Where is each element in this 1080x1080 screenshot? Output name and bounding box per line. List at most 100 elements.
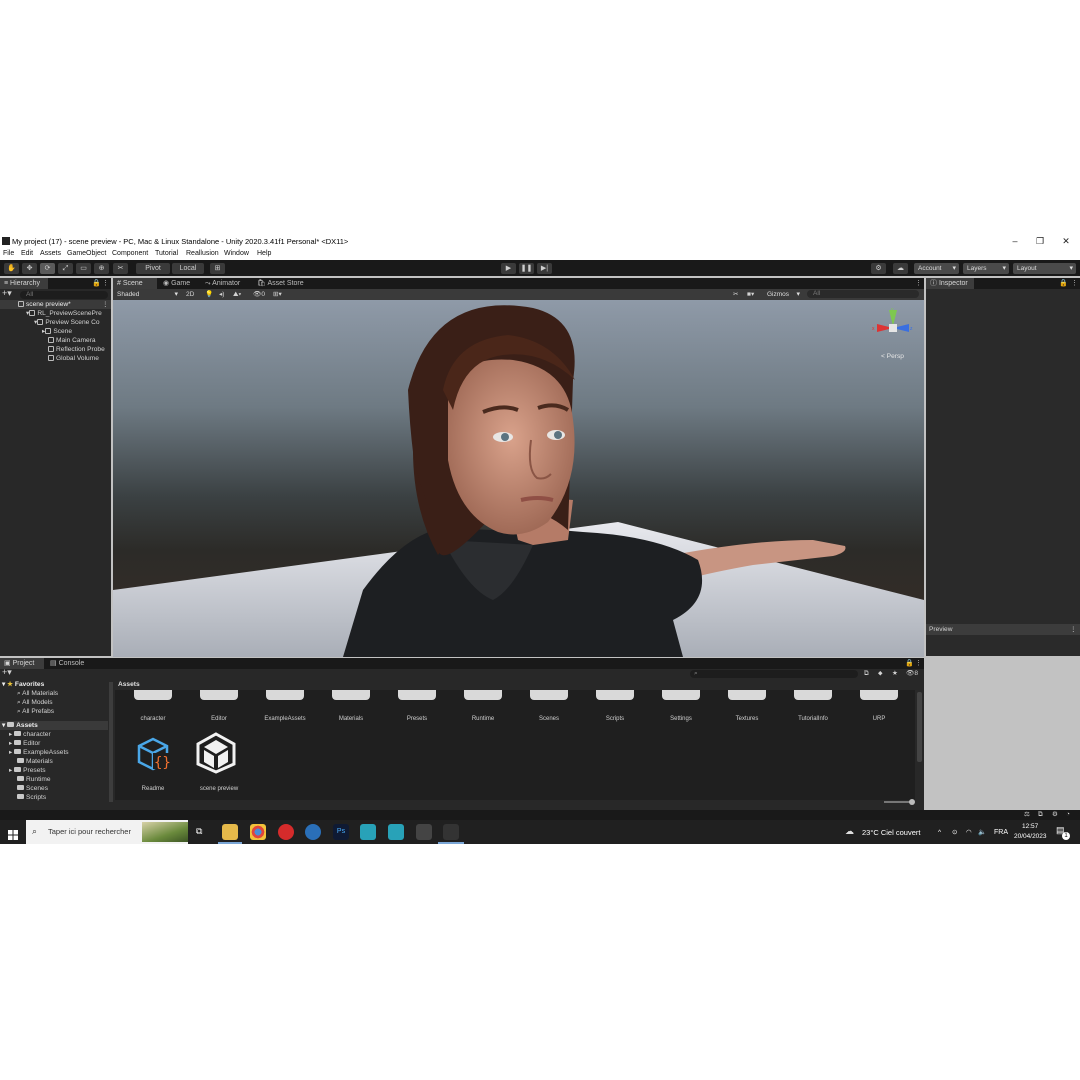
- taskbar-search-input[interactable]: ⌕ Taper ici pour rechercher: [26, 820, 188, 844]
- app-m1-icon[interactable]: [360, 824, 376, 840]
- account-dropdown[interactable]: Account: [914, 263, 959, 274]
- scene-search-input[interactable]: All: [807, 290, 919, 298]
- menu-tutorial[interactable]: Tutorial: [155, 250, 178, 257]
- lighting-toggle-icon[interactable]: 💡: [205, 290, 213, 299]
- perspective-label[interactable]: < Persp: [881, 352, 904, 361]
- hidden-objects-icon[interactable]: 👁0: [253, 290, 265, 299]
- folder-icon[interactable]: [728, 690, 766, 700]
- assets-root-row[interactable]: ▾ Assets: [0, 721, 108, 730]
- favorite-item[interactable]: ⌕ All Materials: [17, 689, 58, 698]
- play-button[interactable]: ▶: [501, 263, 516, 274]
- clock-date[interactable]: 20/04/2023: [1014, 832, 1047, 841]
- network-icon[interactable]: ◠: [966, 828, 972, 837]
- hand-tool-icon[interactable]: ✋: [4, 263, 19, 274]
- tools-icon[interactable]: ✂: [733, 290, 739, 299]
- app-c-icon[interactable]: [305, 824, 321, 840]
- tab-game[interactable]: ◉ Game: [159, 278, 199, 289]
- project-add-button[interactable]: +▾: [2, 668, 12, 677]
- hierarchy-search-input[interactable]: All: [20, 291, 108, 299]
- hierarchy-item[interactable]: ▾ RL_PreviewScenePre: [26, 309, 102, 318]
- opera-icon[interactable]: [278, 824, 294, 840]
- scene-viewport[interactable]: y x z < Persp: [113, 300, 924, 657]
- status-icon-2[interactable]: ⧉: [1038, 810, 1043, 819]
- menu-component[interactable]: Component: [112, 250, 148, 257]
- cloud-icon[interactable]: ☁: [893, 263, 908, 274]
- folder-icon[interactable]: [398, 690, 436, 700]
- tree-folder[interactable]: ▸ Editor: [9, 739, 40, 748]
- status-icon-3[interactable]: ⚙: [1052, 810, 1058, 819]
- menu-edit[interactable]: Edit: [21, 250, 33, 257]
- tab-inspector[interactable]: ⓘ Inspector: [926, 278, 974, 289]
- unity-editor-taskbar-icon[interactable]: [443, 824, 459, 840]
- filter-type-icon[interactable]: ⧉: [864, 669, 869, 678]
- favorites-header[interactable]: ▾ ★ Favorites: [2, 680, 44, 689]
- volume-icon[interactable]: 🔈: [978, 828, 986, 837]
- task-view-icon[interactable]: ⧉: [196, 827, 202, 836]
- asset-grid-scrollbar[interactable]: [917, 692, 922, 762]
- project-lock-icon[interactable]: 🔒: [905, 658, 914, 669]
- step-button[interactable]: ▶|: [537, 263, 552, 274]
- unity-hub-icon[interactable]: [416, 824, 432, 840]
- tree-folder[interactable]: Scripts: [17, 793, 46, 802]
- status-icon-4[interactable]: ◔: [1066, 810, 1070, 819]
- pivot-toggle[interactable]: Pivot: [136, 263, 170, 274]
- tab-console[interactable]: ▤ Console: [46, 658, 92, 669]
- hierarchy-item[interactable]: ▾ Preview Scene Co: [34, 318, 100, 327]
- tree-folder[interactable]: ▸ Presets: [9, 766, 46, 775]
- clock-time[interactable]: 12:57: [1022, 822, 1038, 831]
- photoshop-icon[interactable]: Ps: [333, 824, 349, 840]
- favorite-item[interactable]: ⌕ All Models: [17, 698, 53, 707]
- breadcrumb-assets[interactable]: Assets: [118, 680, 140, 689]
- effects-toggle-icon[interactable]: ⛰▾: [233, 290, 241, 299]
- shading-dropdown[interactable]: Shaded: [113, 289, 181, 300]
- scene-row[interactable]: scene preview* ⋮: [0, 300, 111, 309]
- layout-dropdown[interactable]: Layout: [1013, 263, 1076, 274]
- gizmos-dropdown[interactable]: Gizmos: [763, 289, 803, 300]
- windows-start-icon[interactable]: [8, 827, 18, 840]
- status-icon-1[interactable]: ⚖: [1024, 810, 1030, 819]
- tree-folder[interactable]: Runtime: [17, 775, 51, 784]
- kebab-menu-icon[interactable]: ⋮: [102, 278, 109, 289]
- layers-dropdown[interactable]: Layers: [963, 263, 1009, 274]
- hierarchy-item[interactable]: ▸ Scene: [42, 327, 72, 336]
- orientation-gizmo[interactable]: y x z: [871, 306, 915, 350]
- weather-text[interactable]: 23°C Ciel couvert: [862, 828, 920, 837]
- rect-tool-icon[interactable]: ▭: [76, 263, 91, 274]
- menu-file[interactable]: File: [3, 250, 14, 257]
- tray-device-icon[interactable]: ⊙: [952, 828, 958, 837]
- tab-asset-store[interactable]: 🛍 Asset Store: [253, 278, 313, 289]
- file-explorer-icon[interactable]: [222, 824, 238, 840]
- grid-toggle-icon[interactable]: ⊞▾: [273, 290, 282, 299]
- folder-icon[interactable]: [134, 690, 172, 700]
- audio-toggle-icon[interactable]: ◂): [219, 290, 225, 299]
- folder-icon[interactable]: [200, 690, 238, 700]
- folder-icon[interactable]: [860, 690, 898, 700]
- folder-icon[interactable]: [596, 690, 634, 700]
- custom-tool-icon[interactable]: ✂: [113, 263, 128, 274]
- hierarchy-item[interactable]: Global Volume: [48, 354, 99, 363]
- folder-icon[interactable]: [266, 690, 304, 700]
- menu-assets[interactable]: Assets: [40, 250, 61, 257]
- app-m2-icon[interactable]: [388, 824, 404, 840]
- camera-icon[interactable]: ■▾: [747, 290, 754, 299]
- folder-icon[interactable]: [662, 690, 700, 700]
- filter-label-icon[interactable]: ⬥: [878, 669, 883, 678]
- pause-button[interactable]: ❚❚: [519, 263, 534, 274]
- favorite-star-icon[interactable]: ★: [892, 669, 898, 678]
- tree-folder[interactable]: Materials: [17, 757, 53, 766]
- minimize-button[interactable]: –: [1008, 236, 1022, 248]
- menu-gameobject[interactable]: GameObject: [67, 250, 106, 257]
- favorite-item[interactable]: ⌕ All Prefabs: [17, 707, 54, 716]
- hierarchy-item[interactable]: Reflection Probe: [48, 345, 105, 354]
- tab-animator[interactable]: ⤳ Animator: [201, 278, 251, 289]
- 2d-toggle[interactable]: 2D: [186, 290, 194, 299]
- grid-snap-icon[interactable]: ⊞: [210, 263, 225, 274]
- menu-help[interactable]: Help: [257, 250, 271, 257]
- project-kebab-icon[interactable]: ⋮: [915, 658, 922, 669]
- menu-reallusion[interactable]: Reallusion: [186, 250, 219, 257]
- tab-scene[interactable]: # Scene: [113, 278, 157, 289]
- transform-tool-icon[interactable]: ⊕: [94, 263, 109, 274]
- readme-asset-icon[interactable]: {}: [135, 736, 171, 772]
- tree-folder[interactable]: Scenes: [17, 784, 48, 793]
- zoom-slider-thumb[interactable]: [909, 799, 915, 805]
